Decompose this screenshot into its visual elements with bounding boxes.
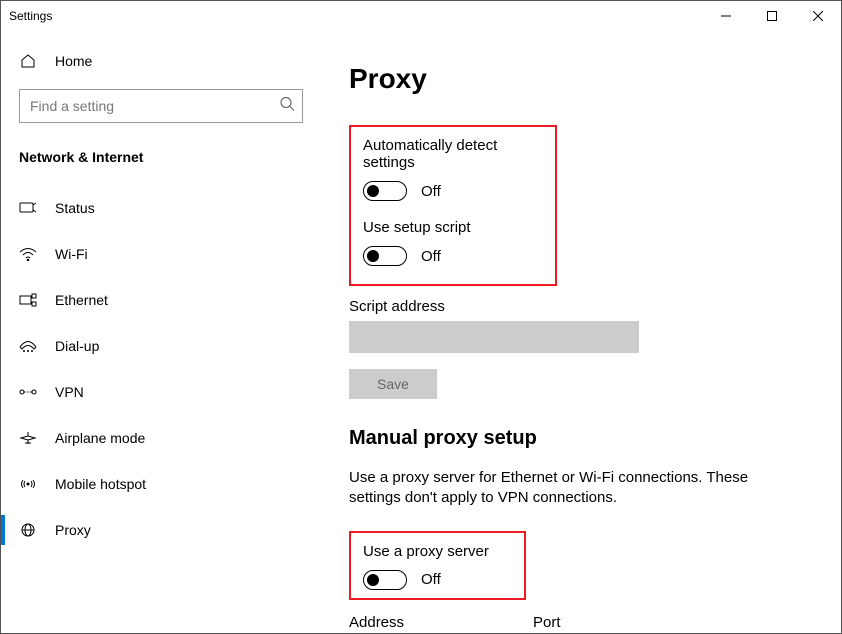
settings-window: Settings Home bbox=[0, 0, 842, 634]
auto-detect-label: Automatically detect settings bbox=[363, 137, 543, 171]
airplane-icon bbox=[19, 431, 37, 445]
highlight-proxy-server: Use a proxy server Off bbox=[349, 531, 526, 600]
use-proxy-toggle[interactable] bbox=[363, 570, 407, 590]
minimize-button[interactable] bbox=[703, 1, 749, 31]
sidebar: Home Network & Internet Status Wi-Fi bbox=[1, 31, 321, 633]
nav-list: Status Wi-Fi Ethernet Dial-up VPN bbox=[1, 185, 321, 553]
sidebar-item-dialup[interactable]: Dial-up bbox=[1, 323, 321, 369]
proxy-icon bbox=[19, 523, 37, 537]
content-pane: Proxy Automatically detect settings Off … bbox=[321, 31, 841, 633]
maximize-icon bbox=[767, 11, 777, 21]
highlight-auto-setup: Automatically detect settings Off Use se… bbox=[349, 125, 557, 286]
nav-label: Proxy bbox=[55, 522, 91, 538]
nav-label: Airplane mode bbox=[55, 430, 145, 446]
sidebar-item-hotspot[interactable]: Mobile hotspot bbox=[1, 461, 321, 507]
nav-label: Mobile hotspot bbox=[55, 476, 146, 492]
sidebar-item-wifi[interactable]: Wi-Fi bbox=[1, 231, 321, 277]
setup-script-state: Off bbox=[421, 248, 441, 265]
search-input[interactable] bbox=[19, 89, 303, 123]
home-icon bbox=[19, 53, 37, 69]
setup-script-label: Use setup script bbox=[363, 219, 543, 236]
sidebar-item-status[interactable]: Status bbox=[1, 185, 321, 231]
search-wrap bbox=[19, 89, 303, 123]
close-button[interactable] bbox=[795, 1, 841, 31]
script-address-label: Script address bbox=[349, 298, 813, 315]
auto-detect-state: Off bbox=[421, 183, 441, 200]
section-title: Network & Internet bbox=[1, 141, 321, 179]
titlebar: Settings bbox=[1, 1, 841, 31]
close-icon bbox=[813, 11, 823, 21]
home-link[interactable]: Home bbox=[1, 45, 321, 77]
sidebar-item-proxy[interactable]: Proxy bbox=[1, 507, 321, 553]
use-proxy-label: Use a proxy server bbox=[363, 543, 512, 560]
manual-description: Use a proxy server for Ethernet or Wi-Fi… bbox=[349, 468, 789, 509]
maximize-button[interactable] bbox=[749, 1, 795, 31]
hotspot-icon bbox=[19, 477, 37, 491]
save-button[interactable]: Save bbox=[349, 369, 437, 399]
use-proxy-state: Off bbox=[421, 571, 441, 588]
sidebar-item-vpn[interactable]: VPN bbox=[1, 369, 321, 415]
vpn-icon bbox=[19, 385, 37, 399]
nav-label: Dial-up bbox=[55, 338, 99, 354]
manual-heading: Manual proxy setup bbox=[349, 427, 813, 450]
port-label: Port bbox=[533, 614, 603, 631]
script-address-input[interactable] bbox=[349, 321, 639, 353]
window-title: Settings bbox=[9, 9, 52, 23]
ethernet-icon bbox=[19, 293, 37, 307]
wifi-icon bbox=[19, 247, 37, 261]
nav-label: Wi-Fi bbox=[55, 246, 88, 262]
sidebar-item-airplane[interactable]: Airplane mode bbox=[1, 415, 321, 461]
window-controls bbox=[703, 1, 841, 31]
nav-label: Status bbox=[55, 200, 95, 216]
dialup-icon bbox=[19, 339, 37, 353]
page-title: Proxy bbox=[349, 63, 813, 95]
nav-label: Ethernet bbox=[55, 292, 108, 308]
search-icon bbox=[279, 96, 295, 117]
nav-label: VPN bbox=[55, 384, 84, 400]
minimize-icon bbox=[721, 11, 731, 21]
status-icon bbox=[19, 201, 37, 215]
setup-script-toggle[interactable] bbox=[363, 246, 407, 266]
address-label: Address bbox=[349, 614, 499, 631]
home-label: Home bbox=[55, 53, 92, 69]
sidebar-item-ethernet[interactable]: Ethernet bbox=[1, 277, 321, 323]
auto-detect-toggle[interactable] bbox=[363, 181, 407, 201]
